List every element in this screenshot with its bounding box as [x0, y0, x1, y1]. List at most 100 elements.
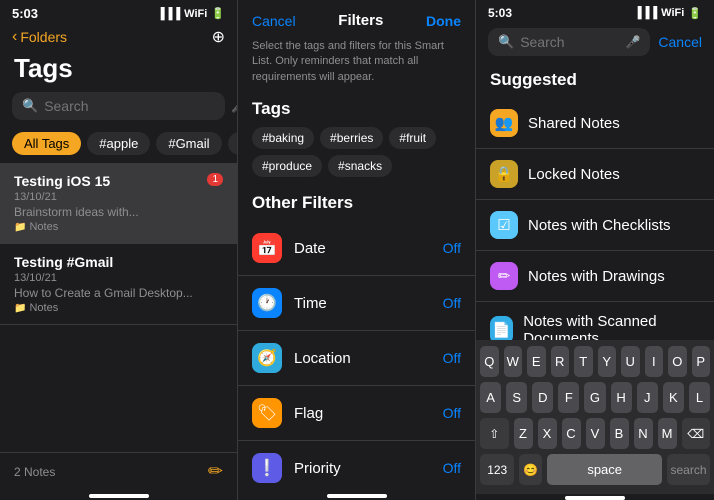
kb-Z[interactable]: Z: [514, 418, 533, 449]
tag-chip-gmail[interactable]: #Gmail: [156, 132, 221, 155]
filter-row-priority[interactable]: ❕ Priority Off: [238, 441, 475, 488]
note-title-0: Testing iOS 15: [14, 173, 201, 189]
status-bar-1: 5:03 ▐▐▐ WiFi 🔋: [0, 0, 237, 23]
kb-O[interactable]: O: [668, 346, 687, 377]
filter-tag-0[interactable]: #baking: [252, 127, 314, 149]
suggested-item-1[interactable]: 🔒 Locked Notes: [476, 149, 714, 200]
kb-space[interactable]: space: [547, 454, 662, 485]
suggested-item-2[interactable]: ☑ Notes with Checklists: [476, 200, 714, 251]
kb-U[interactable]: U: [621, 346, 640, 377]
filter-row-time[interactable]: 🕐 Time Off: [238, 276, 475, 331]
filter-tag-1[interactable]: #berries: [320, 127, 383, 149]
tag-chip-notes[interactable]: #notes: [228, 132, 237, 155]
kb-S[interactable]: S: [506, 382, 527, 413]
note-content-0: Testing iOS 15 13/10/21 Brainstorm ideas…: [14, 173, 201, 233]
filter-tag-4[interactable]: #snacks: [328, 155, 392, 177]
kb-C[interactable]: C: [562, 418, 581, 449]
filter-row-location[interactable]: 🧭 Location Off: [238, 331, 475, 386]
kb-G[interactable]: G: [584, 382, 605, 413]
folder-icon-0: 📁: [14, 222, 26, 233]
kb-P[interactable]: P: [692, 346, 711, 377]
search-top-bar: 🔍 🎤 Cancel: [476, 22, 714, 64]
kb-Q[interactable]: Q: [480, 346, 499, 377]
kb-row-1: Q W E R T Y U I O P: [480, 346, 710, 377]
filter-done-button[interactable]: Done: [426, 13, 461, 29]
kb-V[interactable]: V: [586, 418, 605, 449]
kb-L[interactable]: L: [689, 382, 710, 413]
chevron-left-icon: ‹: [12, 28, 17, 46]
filters-panel: Cancel Filters Done Select the tags and …: [238, 0, 476, 500]
kb-I[interactable]: I: [645, 346, 664, 377]
kb-search[interactable]: search: [667, 454, 710, 485]
filter-value-location[interactable]: Off: [443, 350, 461, 366]
kb-M[interactable]: M: [658, 418, 677, 449]
time-filter-icon: 🕐: [252, 288, 282, 318]
mic-icon[interactable]: 🎤: [231, 98, 238, 114]
filter-row-date[interactable]: 📅 Date Off: [238, 221, 475, 276]
filter-tag-2[interactable]: #fruit: [389, 127, 436, 149]
tags-search-input[interactable]: [44, 98, 225, 114]
shared-notes-label: Shared Notes: [528, 115, 620, 132]
tag-chip-all[interactable]: All Tags: [12, 132, 81, 155]
note-date-1: 13/10/21: [14, 272, 223, 284]
kb-N[interactable]: N: [634, 418, 653, 449]
kb-Y[interactable]: Y: [598, 346, 617, 377]
search-field[interactable]: 🔍 🎤: [488, 28, 650, 56]
checklists-label: Notes with Checklists: [528, 217, 671, 234]
filter-title: Filters: [338, 12, 383, 29]
note-folder-0: 📁 Notes: [14, 221, 201, 233]
kb-B[interactable]: B: [610, 418, 629, 449]
filter-header: Cancel Filters Done: [238, 0, 475, 35]
kb-shift[interactable]: ⇧: [480, 418, 509, 449]
kb-emoji[interactable]: 😊: [519, 454, 542, 485]
note-item-0[interactable]: Testing iOS 15 13/10/21 Brainstorm ideas…: [0, 163, 237, 244]
checklists-icon: ☑: [490, 211, 518, 239]
note-item-1[interactable]: Testing #Gmail 13/10/21 How to Create a …: [0, 244, 237, 325]
folders-back-button[interactable]: ‹ Folders: [12, 28, 67, 46]
mic-search-icon[interactable]: 🎤: [625, 35, 640, 49]
top-nav-1: ‹ Folders ⊕: [0, 23, 237, 51]
kb-R[interactable]: R: [551, 346, 570, 377]
kb-H[interactable]: H: [611, 382, 632, 413]
search-cancel-button[interactable]: Cancel: [658, 34, 702, 50]
drawings-label: Notes with Drawings: [528, 268, 665, 285]
tag-chip-apple[interactable]: #apple: [87, 132, 150, 155]
filter-value-date[interactable]: Off: [443, 240, 461, 256]
filter-value-priority[interactable]: Off: [443, 460, 461, 476]
signal-icon: ▐▐▐: [157, 8, 180, 20]
note-preview-0: Brainstorm ideas with...: [14, 205, 201, 219]
kb-E[interactable]: E: [527, 346, 546, 377]
kb-J[interactable]: J: [637, 382, 658, 413]
kb-123[interactable]: 123: [480, 454, 514, 485]
battery-icon: 🔋: [211, 7, 225, 20]
kb-K[interactable]: K: [663, 382, 684, 413]
note-title-1: Testing #Gmail: [14, 254, 223, 270]
filter-label-date: Date: [294, 240, 443, 257]
suggested-item-4[interactable]: 📄 Notes with Scanned Documents: [476, 302, 714, 340]
kb-backspace[interactable]: ⌫: [682, 418, 711, 449]
suggested-item-3[interactable]: ✏ Notes with Drawings: [476, 251, 714, 302]
kb-T[interactable]: T: [574, 346, 593, 377]
home-indicator-3: [565, 496, 625, 500]
note-preview-1: How to Create a Gmail Desktop...: [14, 286, 223, 300]
filter-value-time[interactable]: Off: [443, 295, 461, 311]
search-panel: 5:03 ▐▐▐ WiFi 🔋 🔍 🎤 Cancel Suggested 👥 S…: [476, 0, 714, 500]
filter-value-flag[interactable]: Off: [443, 405, 461, 421]
search-input[interactable]: [520, 34, 619, 50]
status-icons-1: ▐▐▐ WiFi 🔋: [157, 7, 225, 20]
kb-X[interactable]: X: [538, 418, 557, 449]
kb-W[interactable]: W: [504, 346, 523, 377]
filter-row-flag[interactable]: 🏷 Flag Off: [238, 386, 475, 441]
suggested-list: 👥 Shared Notes 🔒 Locked Notes ☑ Notes wi…: [476, 98, 714, 340]
kb-F[interactable]: F: [558, 382, 579, 413]
tags-search-bar[interactable]: 🔍 🎤: [12, 92, 225, 120]
other-filters-title: Other Filters: [238, 187, 475, 221]
kb-D[interactable]: D: [532, 382, 553, 413]
kb-A[interactable]: A: [480, 382, 501, 413]
suggested-item-0[interactable]: 👥 Shared Notes: [476, 98, 714, 149]
add-list-icon[interactable]: ⊕: [212, 27, 225, 47]
note-folder-1: 📁 Notes: [14, 302, 223, 314]
filter-cancel-button[interactable]: Cancel: [252, 13, 296, 29]
filter-tag-3[interactable]: #produce: [252, 155, 322, 177]
compose-icon[interactable]: ✏: [208, 461, 223, 482]
